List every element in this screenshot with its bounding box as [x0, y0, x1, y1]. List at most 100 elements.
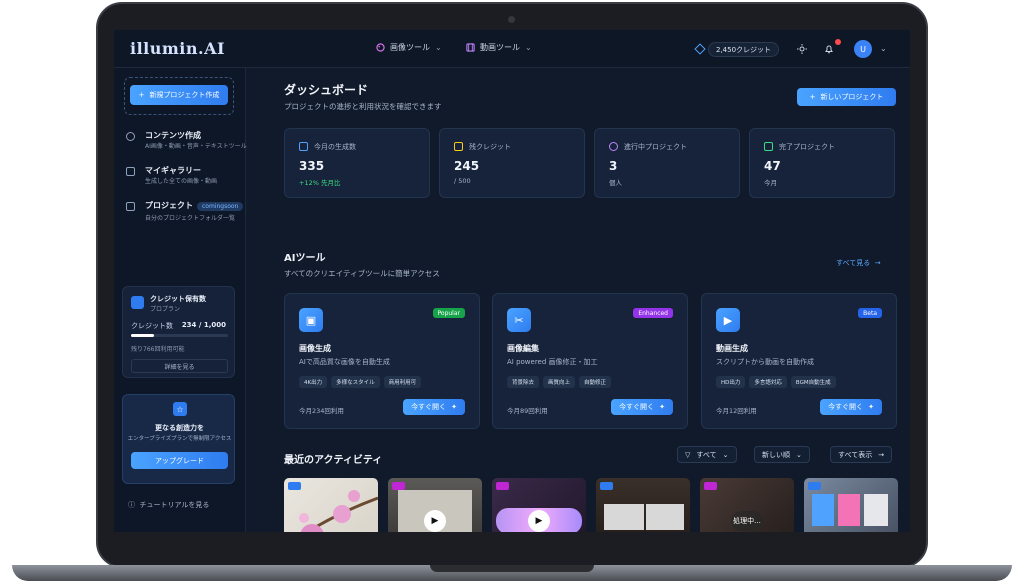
chevron-down-icon: ⌄ — [525, 43, 532, 52]
sidebar-item-sub: 自分のプロジェクトフォルダ一覧 — [145, 215, 236, 222]
open-tool-label: 今すぐ開く — [828, 403, 864, 411]
tool-usage: 今月12回利用 — [716, 407, 757, 415]
activity-title: 最近のアクティビティ — [284, 455, 383, 466]
video-type-badge — [704, 482, 717, 490]
sidebar-item-title: プロジェクト comingsoon — [145, 200, 244, 211]
stat-label: 今月の生成数 — [314, 143, 356, 151]
tutorial-link[interactable]: ⓘ チュートリアルを見る — [128, 500, 209, 510]
open-tool-button[interactable]: 今すぐ開く ✦ — [820, 399, 882, 415]
tool-chips: HD出力 多言語対応 BGM自動生成 — [716, 376, 836, 388]
sparkle-icon: ✦ — [659, 403, 665, 411]
open-tool-button[interactable]: 今すぐ開く ✦ — [611, 399, 673, 415]
bell-icon[interactable] — [824, 44, 834, 54]
new-project-top-button[interactable]: + 新しいプロジェクト — [797, 88, 896, 106]
credit-card: クレジット保有数 プロプラン クレジット数 234 / 1,000 残り766回… — [122, 286, 235, 378]
top-nav: illumin.AI 画像ツール ⌄ 動画ツール ⌄ 2,450クレジット U … — [114, 30, 910, 68]
upgrade-button[interactable]: アップグレード — [131, 452, 228, 469]
palette-icon — [126, 132, 135, 141]
stat-value: 245 — [454, 159, 480, 173]
credit-balance[interactable]: 2,450クレジット — [708, 42, 780, 57]
activity-thumbnail-image[interactable] — [804, 478, 898, 532]
feature-chip: 自動修正 — [579, 376, 612, 388]
star-icon: ☆ — [173, 402, 187, 416]
play-icon[interactable]: ▶ — [528, 510, 550, 532]
app-logo[interactable]: illumin.AI — [130, 39, 225, 58]
activity-thumbnail-image[interactable] — [596, 478, 690, 532]
feature-chip: 多様なスタイル — [331, 376, 380, 388]
palette-icon — [376, 43, 385, 52]
activity-thumbnail-image[interactable] — [284, 478, 378, 532]
notification-dot — [835, 39, 841, 45]
sort-dropdown[interactable]: 新しい順 ⌄ — [754, 446, 810, 463]
show-all-button[interactable]: すべて表示 → — [830, 446, 893, 463]
credit-progress-fill — [131, 334, 154, 337]
open-tool-label: 今すぐ開く — [411, 403, 447, 411]
tool-chips: 4K出力 多様なスタイル 商用利用可 — [299, 376, 422, 388]
tool-chips: 背景除去 画質向上 自動修正 — [507, 376, 612, 388]
stat-card-generations: 今月の生成数 335 +12% 先月比 — [284, 128, 430, 198]
new-project-button[interactable]: + 新規プロジェクト作成 — [130, 85, 228, 105]
chevron-down-icon[interactable]: ⌄ — [880, 44, 887, 53]
activity-thumbnail-video[interactable]: ▶ — [492, 478, 586, 532]
upgrade-sub: エンタープライズプランで無制限アクセス — [127, 436, 232, 442]
tool-title: 動画生成 — [716, 344, 748, 353]
tool-desc: AI powered 画像修正・加工 — [507, 358, 598, 366]
stat-sub: 個人 — [609, 179, 622, 187]
tool-usage: 今月89回利用 — [507, 407, 548, 415]
nav-image-tools[interactable]: 画像ツール ⌄ — [376, 42, 442, 53]
details-button[interactable]: 詳細を見る — [131, 359, 228, 373]
image-type-badge — [600, 482, 613, 490]
processing-badge: 処理中... — [731, 511, 763, 531]
sidebar-item-title: コンテンツ作成 — [145, 131, 201, 140]
sparkle-icon: ✦ — [451, 403, 457, 411]
upgrade-button-label: アップグレード — [155, 456, 204, 465]
nav-video-tools[interactable]: 動画ツール ⌄ — [466, 42, 532, 53]
nav-video-tools-label: 動画ツール — [480, 43, 520, 52]
stat-sub: +12% 先月比 — [299, 179, 341, 187]
stat-sub: 今月 — [764, 179, 777, 187]
tool-desc: AIで高品質な画像を自動生成 — [299, 358, 390, 366]
credit-remaining: 残り766回利用可能 — [131, 346, 185, 353]
chevron-down-icon: ⌄ — [435, 43, 442, 52]
open-tool-button[interactable]: 今すぐ開く ✦ — [403, 399, 465, 415]
image-type-badge — [808, 482, 821, 490]
tool-card-video-gen[interactable]: ▶ Beta 動画生成 スクリプトから動画を自動作成 HD出力 多言語対応 BG… — [701, 293, 897, 429]
avatar[interactable]: U — [854, 40, 872, 58]
filter-icon: ▽ — [685, 450, 691, 459]
stat-value: 47 — [764, 159, 781, 173]
sparkle-icon: ✦ — [868, 403, 874, 411]
stat-sub: / 500 — [454, 177, 471, 185]
tool-usage: 今月234回利用 — [299, 407, 344, 415]
folder-icon — [126, 202, 135, 211]
tool-title: 画像編集 — [507, 344, 539, 353]
upgrade-card: ☆ 更なる創造力を エンタープライズプランで無制限アクセス アップグレード — [122, 394, 235, 484]
sun-icon[interactable] — [797, 44, 807, 54]
new-project-box: + 新規プロジェクト作成 — [124, 77, 234, 115]
clock-icon — [609, 142, 618, 151]
see-all-link[interactable]: すべて見る → — [836, 258, 881, 268]
credit-value: 234 / 1,000 — [181, 321, 226, 329]
coming-soon-badge: comingsoon — [197, 202, 244, 211]
play-icon[interactable]: ▶ — [424, 510, 446, 532]
tool-tag: Beta — [858, 308, 882, 318]
see-all-label: すべて見る — [836, 259, 871, 267]
tool-card-image-edit[interactable]: ✂ Enhanced 画像編集 AI powered 画像修正・加工 背景除去 … — [492, 293, 688, 429]
film-icon — [466, 43, 475, 52]
tool-desc: スクリプトから動画を自動作成 — [716, 358, 814, 366]
video-type-badge — [496, 482, 509, 490]
video-camera-icon: ▶ — [716, 308, 740, 332]
activity-thumbnail-video[interactable]: ▶ — [388, 478, 482, 532]
star-icon — [454, 142, 463, 151]
upgrade-title: 更なる創造力を — [155, 424, 204, 432]
filter-label: すべて — [696, 450, 717, 459]
ai-tools-subtitle: すべてのクリエイティブツールに簡単アクセス — [284, 269, 440, 278]
nav-image-tools-label: 画像ツール — [390, 43, 430, 52]
plus-icon: + — [809, 93, 816, 101]
stat-label: 完了プロジェクト — [779, 143, 835, 151]
page-title: ダッシュボード — [284, 83, 369, 97]
monitor — [646, 504, 684, 530]
filter-dropdown[interactable]: ▽ すべて ⌄ — [677, 446, 737, 463]
stat-card-in-progress: 進行中プロジェクト 3 個人 — [594, 128, 740, 198]
tool-card-image-gen[interactable]: ▣ Popular 画像生成 AIで高品質な画像を自動生成 4K出力 多様なスタ… — [284, 293, 480, 429]
activity-thumbnail-processing[interactable]: 処理中... — [700, 478, 794, 532]
